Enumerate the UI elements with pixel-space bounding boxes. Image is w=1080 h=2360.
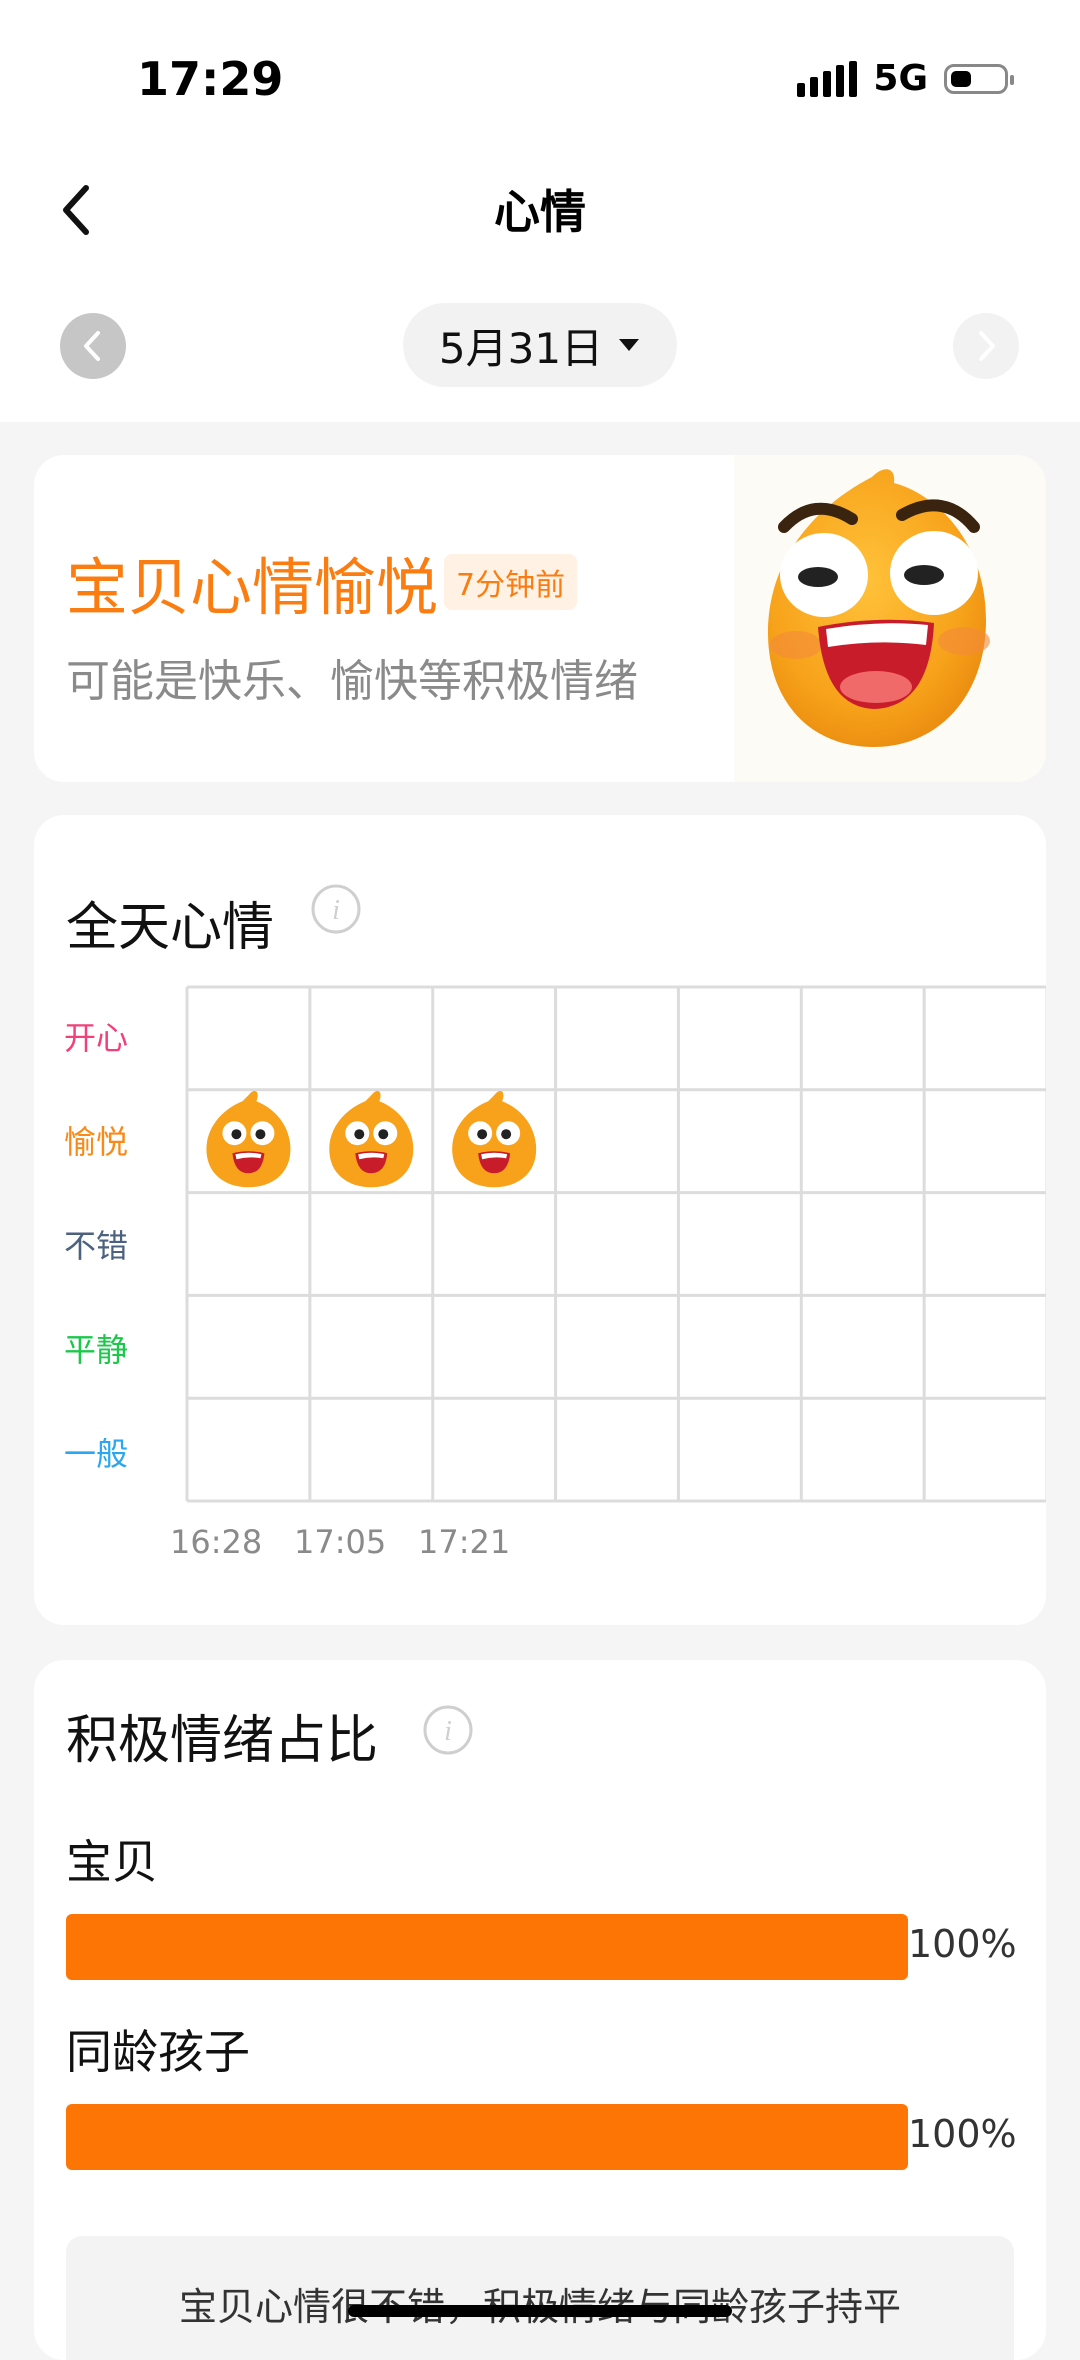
positive-ratio-card: 积极情绪占比 i 宝贝 100% 同龄孩子 100% 宝贝心情很不错，积极情绪与…: [34, 1660, 1046, 2360]
ratio-bar-fill: [66, 2104, 908, 2170]
ratio-percent: 100%: [908, 2112, 1017, 2156]
prev-day-button[interactable]: [60, 313, 126, 379]
mood-description: 可能是快乐、愉快等积极情绪: [66, 656, 638, 707]
svg-text:i: i: [332, 895, 340, 926]
network-type: 5G: [873, 58, 928, 99]
status-time: 17:29: [137, 52, 284, 106]
signal-icon: [797, 60, 858, 97]
home-indicator: [348, 2305, 732, 2317]
date-selector[interactable]: 5月31日: [403, 303, 677, 387]
mood-level-label: 开心: [64, 1019, 129, 1057]
ratio-row-label: 同龄孩子: [66, 2025, 250, 2079]
caret-down-icon: [619, 339, 640, 351]
current-mood-card: 宝贝心情愉悦 7分钟前 可能是快乐、愉快等积极情绪: [34, 455, 1046, 782]
time-ago-badge: 7分钟前: [444, 554, 578, 610]
mood-entry-mascot-icon: [206, 1090, 291, 1188]
positive-ratio-title: 积极情绪占比: [66, 1711, 379, 1771]
chevron-right-icon: [979, 331, 995, 361]
next-day-button[interactable]: [953, 313, 1019, 379]
ratio-bar: [66, 2104, 908, 2170]
info-icon[interactable]: i: [310, 883, 362, 935]
time-tick: 16:28: [170, 1523, 263, 1561]
mood-level-label: 一般: [64, 1435, 129, 1473]
svg-text:i: i: [444, 1716, 452, 1747]
ratio-percent: 100%: [908, 1922, 1017, 1966]
status-icons: 5G: [797, 58, 1014, 99]
chevron-left-icon: [84, 331, 100, 361]
time-tick: 17:21: [418, 1523, 511, 1561]
mood-entry-mascot-icon: [452, 1090, 537, 1188]
mood-level-label: 愉悦: [64, 1123, 129, 1161]
mood-title: 宝贝心情愉悦: [66, 551, 439, 624]
top-bar: 17:29 5G 心情 5月31日: [0, 0, 1080, 422]
info-icon[interactable]: i: [422, 1704, 474, 1756]
summary-box: 宝贝心情很不错，积极情绪与同龄孩子持平: [66, 2236, 1014, 2360]
mood-grid: [185, 985, 1046, 1503]
mood-title-row: 宝贝心情愉悦 7分钟前: [66, 537, 578, 627]
battery-icon: [944, 63, 1014, 94]
ratio-row-label: 宝贝: [66, 1835, 158, 1889]
mood-entry-mascot-icon: [329, 1090, 414, 1188]
ratio-bar-fill: [66, 1914, 908, 1980]
daily-mood-title: 全天心情: [66, 898, 275, 958]
smiling-mascot-icon: [734, 455, 1046, 782]
page-title: 心情: [494, 185, 586, 239]
daily-mood-card: 全天心情 i 开心 愉悦 不错 平静 一般 16:28 17:05 17:21: [34, 815, 1046, 1625]
summary-text: 宝贝心情很不错，积极情绪与同龄孩子持平: [66, 2276, 1014, 2331]
ratio-bar: [66, 1914, 908, 1980]
time-tick: 17:05: [294, 1523, 387, 1561]
date-label: 5月31日: [438, 323, 604, 373]
mood-level-label: 平静: [64, 1331, 129, 1369]
mood-level-label: 不错: [64, 1227, 129, 1265]
